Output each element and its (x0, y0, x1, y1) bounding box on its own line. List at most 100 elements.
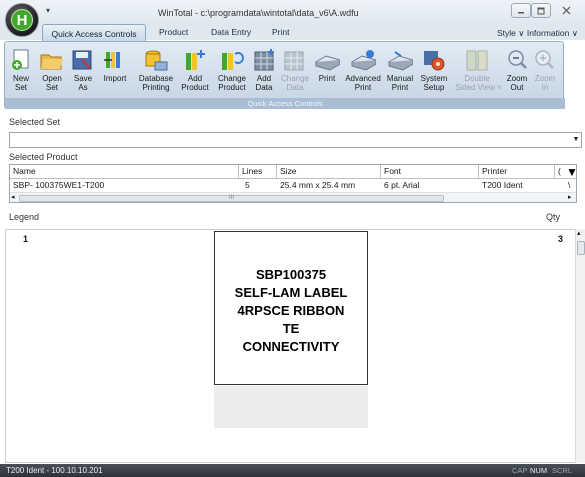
close-icon (562, 6, 570, 15)
ribbon-button-label: Print (354, 83, 372, 92)
ribbon-button-import[interactable]: Import (101, 48, 129, 83)
vertical-scrollbar[interactable]: ▴ (575, 229, 585, 463)
style-information-menu[interactable]: Style ∨ Information ∨ (497, 28, 578, 39)
label-backing-area (214, 386, 368, 428)
ribbon-button-label: Zoom (534, 74, 556, 83)
column-header-name[interactable]: Name (10, 165, 239, 179)
label-line: TE (282, 321, 300, 336)
ribbon-button-label: Product (181, 83, 209, 92)
label-line: 4RPSCE RIBBON (237, 303, 345, 318)
ribbon-button-label: Set (14, 83, 27, 92)
ribbon-button-zoom-in: Zoom In (532, 48, 558, 92)
ribbon-button-zoom-out[interactable]: Zoom Out (505, 48, 529, 92)
ribbon-button-label: Set (45, 83, 58, 92)
scrollbar-thumb[interactable]: III (19, 195, 444, 202)
system-setup-icon (421, 48, 447, 72)
maximize-button[interactable] (531, 3, 551, 18)
ribbon-button-label: In (541, 83, 549, 92)
selected-product-label: Selected Product (9, 152, 78, 162)
cell-size: 25.4 mm x 25.4 mm (280, 180, 356, 190)
ribbon-button-new-set[interactable]: New Set (9, 48, 33, 92)
ribbon-button-label: Add (187, 74, 203, 83)
scrl-indicator: SCRL (552, 466, 573, 475)
manual-print-icon (387, 48, 415, 72)
ribbon-button-label: Double (464, 74, 490, 83)
tab-print[interactable]: Print (272, 27, 289, 37)
ribbon-button-label: Save (73, 74, 93, 83)
selected-set-label: Selected Set (9, 117, 61, 127)
ribbon-button-label: As (78, 83, 88, 92)
horizontal-scrollbar[interactable]: ◂ III ▸ (10, 192, 576, 202)
ribbon-button-label: Zoom (506, 74, 528, 83)
minimize-icon (518, 11, 524, 13)
change-product-icon (219, 48, 245, 72)
status-printer: T200 Ident - 100.10.10.201 (6, 466, 103, 475)
ribbon-button-database-printing[interactable]: Database Printing (137, 48, 175, 92)
ribbon-button-label: Open (42, 74, 62, 83)
ribbon-button-change-data: Change Data (280, 48, 310, 92)
ribbon-panel: New Set Open Set Save As Import Database Printin… (4, 41, 565, 109)
maximize-icon (537, 7, 545, 14)
scroll-left-icon[interactable]: ◂ (11, 193, 15, 201)
tab-data-entry[interactable]: Data Entry (211, 27, 251, 37)
ribbon-button-label: Setup (423, 83, 445, 92)
dropdown-arrow-icon[interactable]: ▼ (571, 133, 581, 147)
ribbon-button-system-setup[interactable]: System Setup (417, 48, 451, 92)
ribbon-button-label: Import (103, 74, 127, 83)
ribbon-button-label: System (420, 74, 448, 83)
cell-extra: \ (568, 180, 571, 190)
cell-name: SBP- 100375WE1-T200 (13, 180, 105, 190)
cap-indicator: CAP (512, 466, 528, 475)
database-printing-icon (143, 48, 169, 72)
table-header: Name Lines Size Font Printer ( (10, 165, 576, 179)
scroll-up-icon[interactable]: ▴ (577, 229, 581, 237)
ribbon-button-label: Print (391, 83, 409, 92)
ribbon-button-manual-print[interactable]: Manual Print (384, 48, 416, 92)
new-set-icon (9, 48, 35, 72)
print-icon (314, 48, 342, 72)
title-bar: ▾ WinTotal - c:\programdata\wintotal\dat… (0, 0, 585, 27)
ribbon-button-label: Change (280, 74, 310, 83)
ribbon-button-add-data[interactable]: Add Data (252, 48, 276, 92)
ribbon-button-label: Print (318, 74, 336, 83)
ribbon-button-double-sided-view: Double Sided View ˅ (455, 48, 502, 92)
qty-number: 3 (558, 234, 564, 244)
ribbon-button-label: Data (255, 83, 273, 92)
legend-number: 1 (23, 234, 29, 244)
scroll-right-icon[interactable]: ▸ (568, 193, 572, 201)
ribbon-button-open-set[interactable]: Open Set (38, 48, 66, 92)
column-menu-arrow-icon[interactable]: ▼ (566, 165, 578, 179)
application-menu-button[interactable]: H (5, 3, 39, 37)
ribbon-button-change-product[interactable]: Change Product (214, 48, 250, 92)
label-preview[interactable]: SBP100375 SELF-LAM LABEL 4RPSCE RIBBON T… (214, 231, 368, 385)
column-header-lines[interactable]: Lines (239, 165, 277, 179)
add-product-icon (182, 48, 208, 72)
selected-set-dropdown[interactable]: ▼ (9, 132, 582, 148)
ribbon-button-advanced-print[interactable]: Advanced Print (343, 48, 383, 92)
tab-quick-access-controls[interactable]: Quick Access Controls (42, 24, 146, 42)
product-table: Name Lines Size Font Printer ( SBP- 1003… (9, 164, 577, 203)
column-header-font[interactable]: Font (381, 165, 479, 179)
ribbon-button-print[interactable]: Print (314, 48, 342, 83)
quick-access-dropdown-icon[interactable]: ▾ (46, 6, 50, 15)
zoom-in-icon (532, 48, 558, 72)
status-bar: T200 Ident - 100.10.10.201 CAP NUM SCRL (0, 464, 585, 477)
tab-product[interactable]: Product (159, 27, 188, 37)
minimize-button[interactable] (511, 3, 531, 18)
vertical-scrollbar-thumb[interactable] (577, 241, 585, 255)
zoom-out-icon (505, 48, 531, 72)
column-header-size[interactable]: Size (277, 165, 381, 179)
qty-label: Qty (546, 212, 561, 222)
ribbon-button-label: Database (138, 74, 174, 83)
ribbon-button-label: Manual (386, 74, 414, 83)
cell-font: 6 pt. Arial (384, 180, 420, 190)
table-row[interactable]: SBP- 100375WE1-T200 5 25.4 mm x 25.4 mm … (10, 179, 576, 191)
ribbon-button-add-product[interactable]: Add Product (177, 48, 213, 92)
num-indicator: NUM (530, 466, 548, 475)
column-header-printer[interactable]: Printer (479, 165, 555, 179)
ribbon-button-label: Advanced (345, 74, 381, 83)
ribbon-button-save-as[interactable]: Save As (69, 48, 97, 92)
ribbon-button-label: Sided View ˅ (455, 83, 502, 92)
close-button[interactable] (556, 3, 576, 18)
label-line: SBP100375 (255, 267, 327, 282)
